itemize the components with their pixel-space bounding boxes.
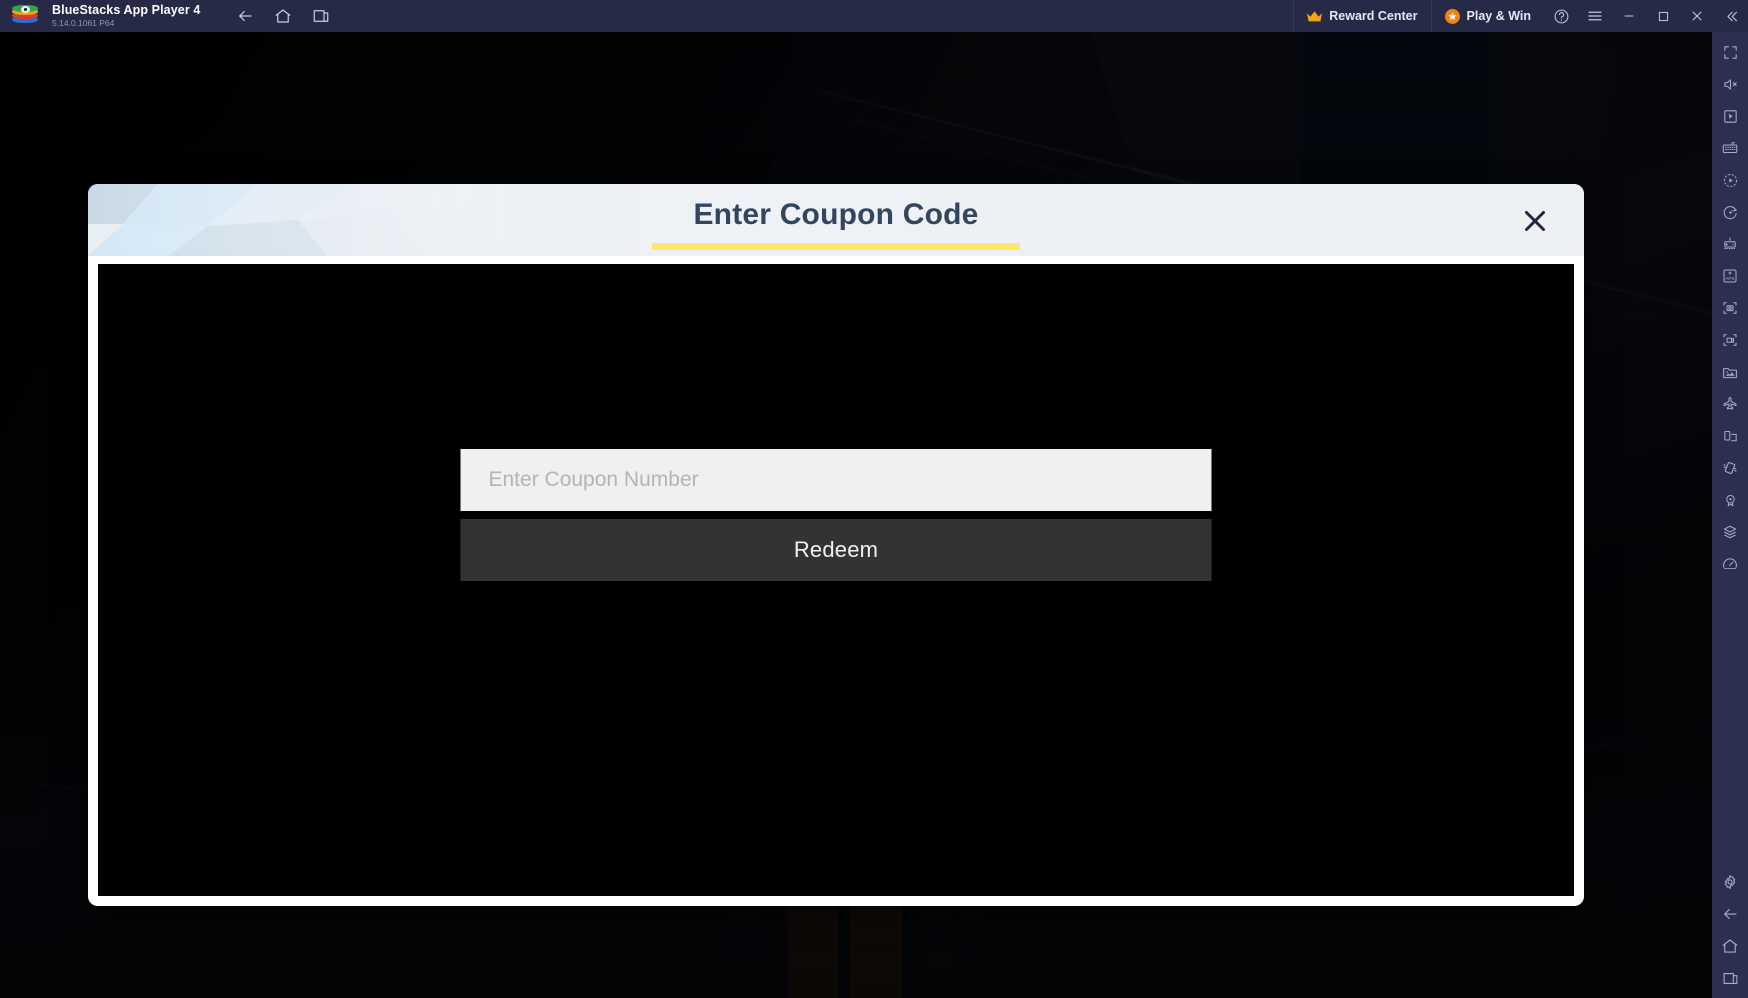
play-and-win-label: Play & Win [1466, 9, 1531, 23]
speaker-mute-icon [1723, 78, 1737, 90]
titlebar-home-button[interactable] [266, 0, 300, 32]
help-button[interactable] [1544, 0, 1578, 32]
sidebar-item-instance-manager[interactable] [1712, 516, 1748, 548]
macro-play-icon [1723, 173, 1737, 187]
app-title: BlueStacks App Player 4 [52, 2, 201, 17]
keyboard-icon [1722, 142, 1738, 154]
location-pin-icon [1725, 494, 1735, 506]
sidebar-item-script-rotate[interactable] [1712, 196, 1748, 228]
fullscreen-icon [1723, 45, 1737, 59]
sidebar-item-record-screen[interactable] [1712, 324, 1748, 356]
collapse-sidebar-button[interactable] [1714, 0, 1748, 32]
arrow-left-icon [239, 10, 253, 22]
gamepad-controls-icon [1724, 237, 1736, 250]
multi-window-icon [1723, 430, 1737, 441]
sidebar-item-shake-tilt[interactable] [1712, 452, 1748, 484]
sidebar-item-eco-mode[interactable] [1712, 388, 1748, 420]
hamburger-menu-icon [1588, 11, 1602, 21]
sidebar-item-screenshot[interactable] [1712, 292, 1748, 324]
gear-icon [1724, 875, 1736, 889]
arrow-left-icon [1724, 908, 1737, 920]
apk-install-icon: APK [1723, 269, 1737, 283]
media-gallery-icon [1723, 368, 1737, 379]
minimize-icon [1624, 15, 1634, 17]
home-icon [276, 9, 291, 23]
close-icon [1692, 11, 1702, 21]
window-titlebar: BlueStacks App Player 4 5.14.0.1061 P64 [0, 0, 1748, 32]
bluestacks-sidebar: APK [1712, 32, 1748, 998]
reward-center-button[interactable]: Reward Center [1293, 0, 1430, 32]
svg-text:APK: APK [1725, 276, 1735, 282]
camera-screenshot-icon [1723, 302, 1737, 314]
app-title-block: BlueStacks App Player 4 5.14.0.1061 P64 [52, 2, 201, 29]
rotate-dot-icon [1723, 205, 1737, 219]
airplane-icon [1723, 397, 1737, 410]
title-underline [652, 243, 1020, 250]
coupon-number-input[interactable] [460, 449, 1212, 511]
recent-apps-icon [314, 10, 329, 22]
titlebar-nav-group [228, 0, 338, 32]
sidebar-item-android-back[interactable] [1712, 898, 1748, 930]
maximize-icon [1658, 11, 1668, 21]
maximize-button[interactable] [1646, 0, 1680, 32]
sidebar-item-multi-instance[interactable] [1712, 420, 1748, 452]
redeem-button[interactable]: Redeem [460, 519, 1212, 581]
close-x-icon [1525, 211, 1545, 231]
bluestacks-logo-icon [12, 5, 38, 27]
speedometer-icon [1723, 558, 1737, 570]
layers-stack-icon [1723, 525, 1737, 539]
sidebar-item-android-home[interactable] [1712, 930, 1748, 962]
sidebar-item-keyboard-controls[interactable] [1712, 132, 1748, 164]
coupon-code-dialog: Enter Coupon Code Redeem [88, 184, 1584, 906]
play-and-win-button[interactable]: Play & Win [1430, 0, 1544, 32]
titlebar-right-group: Reward Center Play & Win [1293, 0, 1748, 32]
video-record-icon [1723, 334, 1737, 346]
coupon-form: Redeem [460, 449, 1212, 581]
dialog-close-button[interactable] [1512, 198, 1558, 244]
titlebar-back-button[interactable] [228, 0, 262, 32]
recent-apps-icon [1723, 972, 1737, 984]
crown-icon [1307, 10, 1323, 22]
reward-center-label: Reward Center [1329, 9, 1418, 23]
minimize-button[interactable] [1612, 0, 1646, 32]
sidebar-item-game-controls[interactable] [1712, 228, 1748, 260]
sidebar-item-media-manager[interactable] [1712, 356, 1748, 388]
sidebar-item-settings[interactable] [1712, 866, 1748, 898]
sidebar-item-android-recents[interactable] [1712, 962, 1748, 994]
help-circle-icon [1554, 9, 1568, 23]
sidebar-item-cursor-control[interactable] [1712, 100, 1748, 132]
sidebar-item-fullscreen[interactable] [1712, 36, 1748, 68]
cursor-pointer-icon [1723, 109, 1737, 123]
dialog-header: Enter Coupon Code [88, 184, 1584, 256]
bluestacks-window: BlueStacks App Player 4 5.14.0.1061 P64 [0, 0, 1748, 998]
sidebar-item-macro-recorder[interactable] [1712, 164, 1748, 196]
main-menu-button[interactable] [1578, 0, 1612, 32]
game-viewport[interactable]: Enter Coupon Code Redeem [0, 32, 1712, 998]
sidebar-item-mute[interactable] [1712, 68, 1748, 100]
sidebar-item-performance[interactable] [1712, 548, 1748, 580]
titlebar-recents-button[interactable] [304, 0, 338, 32]
double-chevron-left-icon [1726, 11, 1737, 21]
close-window-button[interactable] [1680, 0, 1714, 32]
dialog-title: Enter Coupon Code [693, 198, 979, 231]
app-version: 5.14.0.1061 P64 [52, 18, 115, 29]
sidebar-item-location[interactable] [1712, 484, 1748, 516]
home-icon [1722, 939, 1738, 953]
shake-device-icon [1723, 462, 1737, 474]
orange-badge-icon [1444, 8, 1460, 24]
dialog-content-area: Redeem [98, 264, 1574, 896]
dialog-body-frame: Redeem [88, 256, 1584, 906]
sidebar-item-install-apk[interactable]: APK [1712, 260, 1748, 292]
